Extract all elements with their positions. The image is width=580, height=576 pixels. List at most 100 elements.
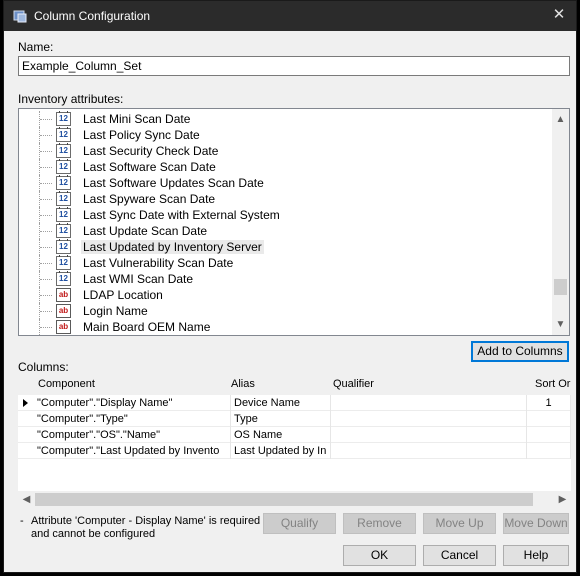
tree-item[interactable]: ab LDAP Location xyxy=(19,287,552,303)
tree-item[interactable]: 12 Last Updated by Inventory Server xyxy=(19,239,552,255)
current-row-indicator-icon xyxy=(23,399,28,407)
cell-qualifier[interactable] xyxy=(331,395,527,411)
tree-item[interactable]: 12 Last WMI Scan Date xyxy=(19,271,552,287)
date-attribute-icon: 12 xyxy=(56,191,71,206)
scroll-up-icon[interactable]: ▲ xyxy=(552,111,569,128)
tree-item-label: Last Spyware Scan Date xyxy=(83,192,216,206)
tree-vertical-scrollbar[interactable]: ▲ ▼ xyxy=(552,109,569,335)
cell-alias[interactable]: Device Name xyxy=(231,395,331,411)
column-configuration-dialog: Column Configuration ✕ Name: Inventory a… xyxy=(3,0,577,573)
tree-item-label: Last Software Scan Date xyxy=(83,160,216,174)
columns-grid[interactable]: Component Alias Qualifier Sort Or "Compu… xyxy=(18,375,571,510)
date-attribute-icon: 12 xyxy=(56,207,71,222)
date-attribute-icon: 12 xyxy=(56,111,71,126)
name-input[interactable] xyxy=(18,56,570,76)
column-header-qualifier[interactable]: Qualifier xyxy=(333,375,374,393)
tree-item[interactable]: 12 Last Spyware Scan Date xyxy=(19,191,552,207)
scroll-right-icon[interactable]: ▶ xyxy=(554,491,571,508)
cell-alias[interactable]: Type xyxy=(231,411,331,427)
tree-item[interactable]: 12 Last Security Check Date xyxy=(19,143,552,159)
tree-item-label: Last WMI Scan Date xyxy=(83,272,194,286)
tree-connector xyxy=(39,159,56,175)
help-button[interactable]: Help xyxy=(503,545,569,566)
tree-item-label: Last Policy Sync Date xyxy=(83,128,200,142)
tree-connector xyxy=(39,255,56,271)
tree-item-label: Last Vulnerability Scan Date xyxy=(83,256,234,270)
tree-items: 12 Last Mini Scan Date 12 Last Policy Sync … xyxy=(19,109,552,335)
cell-qualifier[interactable] xyxy=(331,427,527,443)
cell-sort[interactable] xyxy=(527,411,571,427)
tree-item-label: Last Update Scan Date xyxy=(83,224,208,238)
tree-item-label: Login Name xyxy=(83,304,148,318)
table-row[interactable]: "Computer"."OS"."Name" OS Name xyxy=(18,427,571,443)
tree-connector xyxy=(39,207,56,223)
columns-label: Columns: xyxy=(18,360,69,374)
cell-sort[interactable] xyxy=(527,443,571,459)
tree-connector xyxy=(39,319,56,335)
move-down-button[interactable]: Move Down xyxy=(503,513,569,534)
move-up-button[interactable]: Move Up xyxy=(423,513,496,534)
cell-component[interactable]: "Computer"."Last Updated by Invento xyxy=(34,443,231,459)
tree-item[interactable]: 12 Last Mini Scan Date xyxy=(19,111,552,127)
column-header-component[interactable]: Component xyxy=(38,375,95,393)
cell-alias[interactable]: Last Updated by In xyxy=(231,443,331,459)
title-bar[interactable]: Column Configuration ✕ xyxy=(4,1,576,31)
tree-item[interactable]: ab Main Board OEM Name xyxy=(19,319,552,335)
table-row[interactable]: "Computer"."Display Name" Device Name 1 xyxy=(18,395,571,411)
date-attribute-icon: 12 xyxy=(56,127,71,142)
add-to-columns-button[interactable]: Add to Columns xyxy=(471,341,569,362)
cell-qualifier[interactable] xyxy=(331,411,527,427)
tree-item[interactable]: ab Login Name xyxy=(19,303,552,319)
tree-connector xyxy=(39,143,56,159)
columns-grid-body: "Computer"."Display Name" Device Name 1 "Co… xyxy=(18,395,571,493)
tree-connector xyxy=(39,127,56,143)
scroll-left-icon[interactable]: ◀ xyxy=(18,491,35,508)
cell-component[interactable]: "Computer"."OS"."Name" xyxy=(34,427,231,443)
note-bullet: - xyxy=(20,515,24,527)
ok-button[interactable]: OK xyxy=(343,545,416,566)
app-icon xyxy=(13,10,27,23)
text-attribute-icon: ab xyxy=(56,288,71,302)
name-label: Name: xyxy=(18,40,54,54)
tree-item-label: Last Security Check Date xyxy=(83,144,219,158)
tree-connector xyxy=(39,239,56,255)
cell-sort[interactable]: 1 xyxy=(527,395,571,411)
tree-item[interactable]: 12 Last Sync Date with External System xyxy=(19,207,552,223)
tree-item[interactable]: 12 Last Vulnerability Scan Date xyxy=(19,255,552,271)
note-text: Attribute 'Computer - Display Name' is r… xyxy=(31,515,261,540)
horizontal-scroll-thumb[interactable] xyxy=(35,493,533,506)
cell-alias[interactable]: OS Name xyxy=(231,427,331,443)
scroll-down-icon[interactable]: ▼ xyxy=(552,316,569,333)
window-title: Column Configuration xyxy=(34,9,151,23)
qualify-button[interactable]: Qualify xyxy=(263,513,336,534)
tree-item[interactable]: 12 Last Software Scan Date xyxy=(19,159,552,175)
date-attribute-icon: 12 xyxy=(56,255,71,270)
date-attribute-icon: 12 xyxy=(56,175,71,190)
column-header-sort-order[interactable]: Sort Or xyxy=(535,375,570,393)
tree-item[interactable]: 12 Last Policy Sync Date xyxy=(19,127,552,143)
date-attribute-icon: 12 xyxy=(56,143,71,158)
remove-button[interactable]: Remove xyxy=(343,513,416,534)
column-header-alias[interactable]: Alias xyxy=(231,375,255,393)
tree-connector xyxy=(39,175,56,191)
scroll-thumb[interactable] xyxy=(554,279,567,295)
cell-qualifier[interactable] xyxy=(331,443,527,459)
table-row[interactable]: "Computer"."Last Updated by Invento Last … xyxy=(18,443,571,459)
cell-sort[interactable] xyxy=(527,427,571,443)
date-attribute-icon: 12 xyxy=(56,159,71,174)
cell-component[interactable]: "Computer"."Type" xyxy=(34,411,231,427)
grid-horizontal-scrollbar[interactable]: ◀ ▶ xyxy=(18,491,571,508)
tree-item[interactable]: 12 Last Update Scan Date xyxy=(19,223,552,239)
cell-component[interactable]: "Computer"."Display Name" xyxy=(34,395,231,411)
tree-connector xyxy=(39,111,56,127)
text-attribute-icon: ab xyxy=(56,320,71,334)
tree-item[interactable]: 12 Last Software Updates Scan Date xyxy=(19,175,552,191)
tree-connector xyxy=(39,223,56,239)
date-attribute-icon: 12 xyxy=(56,223,71,238)
tree-item-label: Main Board OEM Name xyxy=(83,320,211,334)
close-icon[interactable]: ✕ xyxy=(548,5,570,25)
tree-connector xyxy=(39,191,56,207)
table-row[interactable]: "Computer"."Type" Type xyxy=(18,411,571,427)
inventory-attributes-tree[interactable]: 12 Last Mini Scan Date 12 Last Policy Sync … xyxy=(18,108,570,336)
cancel-button[interactable]: Cancel xyxy=(423,545,496,566)
